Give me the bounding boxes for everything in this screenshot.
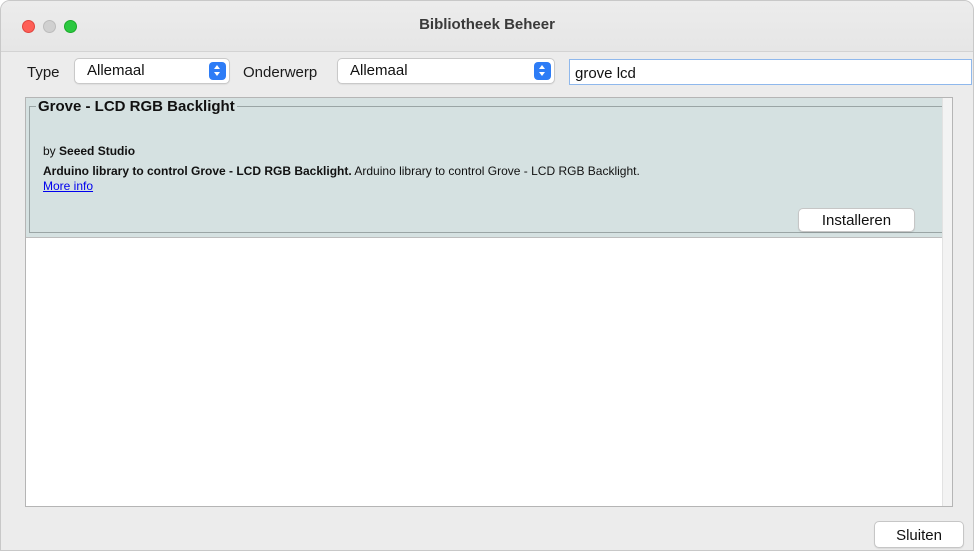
list-scrollbar[interactable] [942, 98, 952, 506]
library-name: Grove - LCD RGB Backlight [38, 98, 235, 115]
topic-select-value: Allemaal [350, 62, 408, 79]
select-arrows-icon [209, 62, 226, 80]
window-title: Bibliotheek Beheer [419, 16, 555, 33]
library-author: Seeed Studio [59, 144, 136, 158]
library-entry[interactable]: Grove - LCD RGB Backlight by Seeed Studi… [26, 98, 945, 238]
author-prefix: by [43, 144, 56, 158]
topic-label: Onderwerp [243, 64, 318, 81]
library-description: Arduino library to control Grove - LCD R… [354, 164, 640, 178]
library-manager-window: Bibliotheek Beheer Type Allemaal Onderwe… [0, 0, 974, 551]
library-author-line: by Seeed Studio [43, 144, 135, 158]
close-button[interactable]: Sluiten [874, 521, 964, 548]
library-entry-frame: Grove - LCD RGB Backlight by Seeed Studi… [29, 98, 945, 233]
type-label: Type [27, 64, 60, 81]
topic-select[interactable]: Allemaal [337, 58, 555, 84]
search-input[interactable] [569, 59, 972, 85]
library-description-line: Arduino library to control Grove - LCD R… [43, 164, 640, 178]
type-select[interactable]: Allemaal [74, 58, 230, 84]
type-select-value: Allemaal [87, 62, 145, 79]
library-list: Grove - LCD RGB Backlight by Seeed Studi… [25, 97, 953, 507]
library-summary: Arduino library to control Grove - LCD R… [43, 164, 352, 178]
install-button[interactable]: Installeren [798, 208, 915, 232]
select-arrows-icon [534, 62, 551, 80]
title-bar: Bibliotheek Beheer [1, 1, 973, 52]
more-info-link[interactable]: More info [43, 179, 93, 193]
